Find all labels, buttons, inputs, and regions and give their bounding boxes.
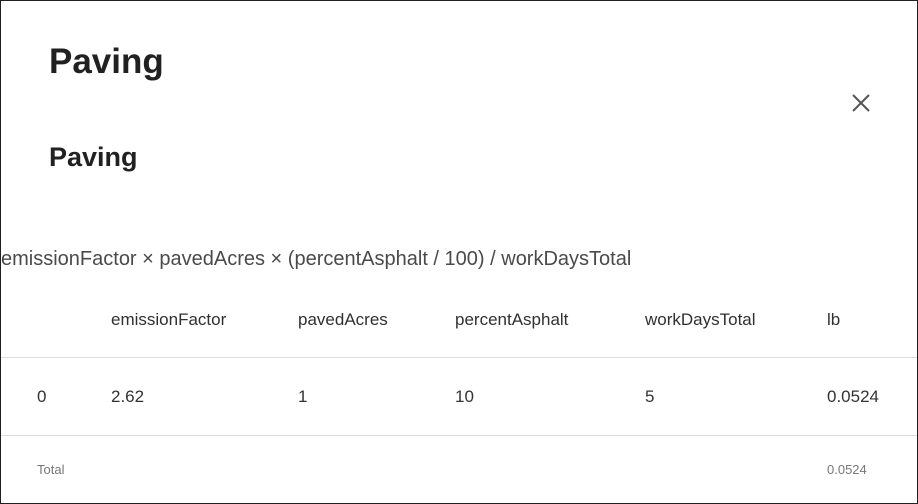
total-row: Total 0.0524 bbox=[1, 436, 917, 504]
emission-factor-cell: 2.62 bbox=[111, 357, 298, 436]
formula-text: emissionFactor × pavedAcres × (percentAs… bbox=[1, 248, 632, 270]
lb-cell: 0.0524 bbox=[827, 357, 917, 436]
total-empty-cell bbox=[298, 436, 455, 504]
row-index-cell: 0 bbox=[1, 357, 111, 436]
close-icon bbox=[852, 94, 870, 112]
table-row: 0 2.62 1 10 5 0.0524 bbox=[1, 357, 917, 436]
total-label: Total bbox=[37, 462, 65, 477]
dialog-title: Paving bbox=[49, 42, 164, 81]
total-empty-cell bbox=[645, 436, 827, 504]
column-header-index bbox=[1, 283, 111, 358]
column-header-paved-acres: pavedAcres bbox=[298, 283, 455, 358]
column-header-lb: lb bbox=[827, 283, 917, 358]
total-value: 0.0524 bbox=[827, 462, 867, 477]
paving-dialog: Paving Paving emissionFactor × pavedAcre… bbox=[0, 0, 918, 504]
work-days-total-cell: 5 bbox=[645, 357, 827, 436]
close-button[interactable] bbox=[847, 89, 875, 117]
column-header-percent-asphalt: percentAsphalt bbox=[455, 283, 645, 358]
total-empty-cell bbox=[455, 436, 645, 504]
total-empty-cell bbox=[111, 436, 298, 504]
section-title: Paving bbox=[49, 142, 138, 172]
percent-asphalt-cell: 10 bbox=[455, 357, 645, 436]
table-header-row: emissionFactor pavedAcres percentAsphalt… bbox=[1, 283, 917, 358]
paved-acres-cell: 1 bbox=[298, 357, 455, 436]
calculation-table: emissionFactor pavedAcres percentAsphalt… bbox=[1, 283, 917, 504]
column-header-work-days-total: workDaysTotal bbox=[645, 283, 827, 358]
column-header-emission-factor: emissionFactor bbox=[111, 283, 298, 358]
